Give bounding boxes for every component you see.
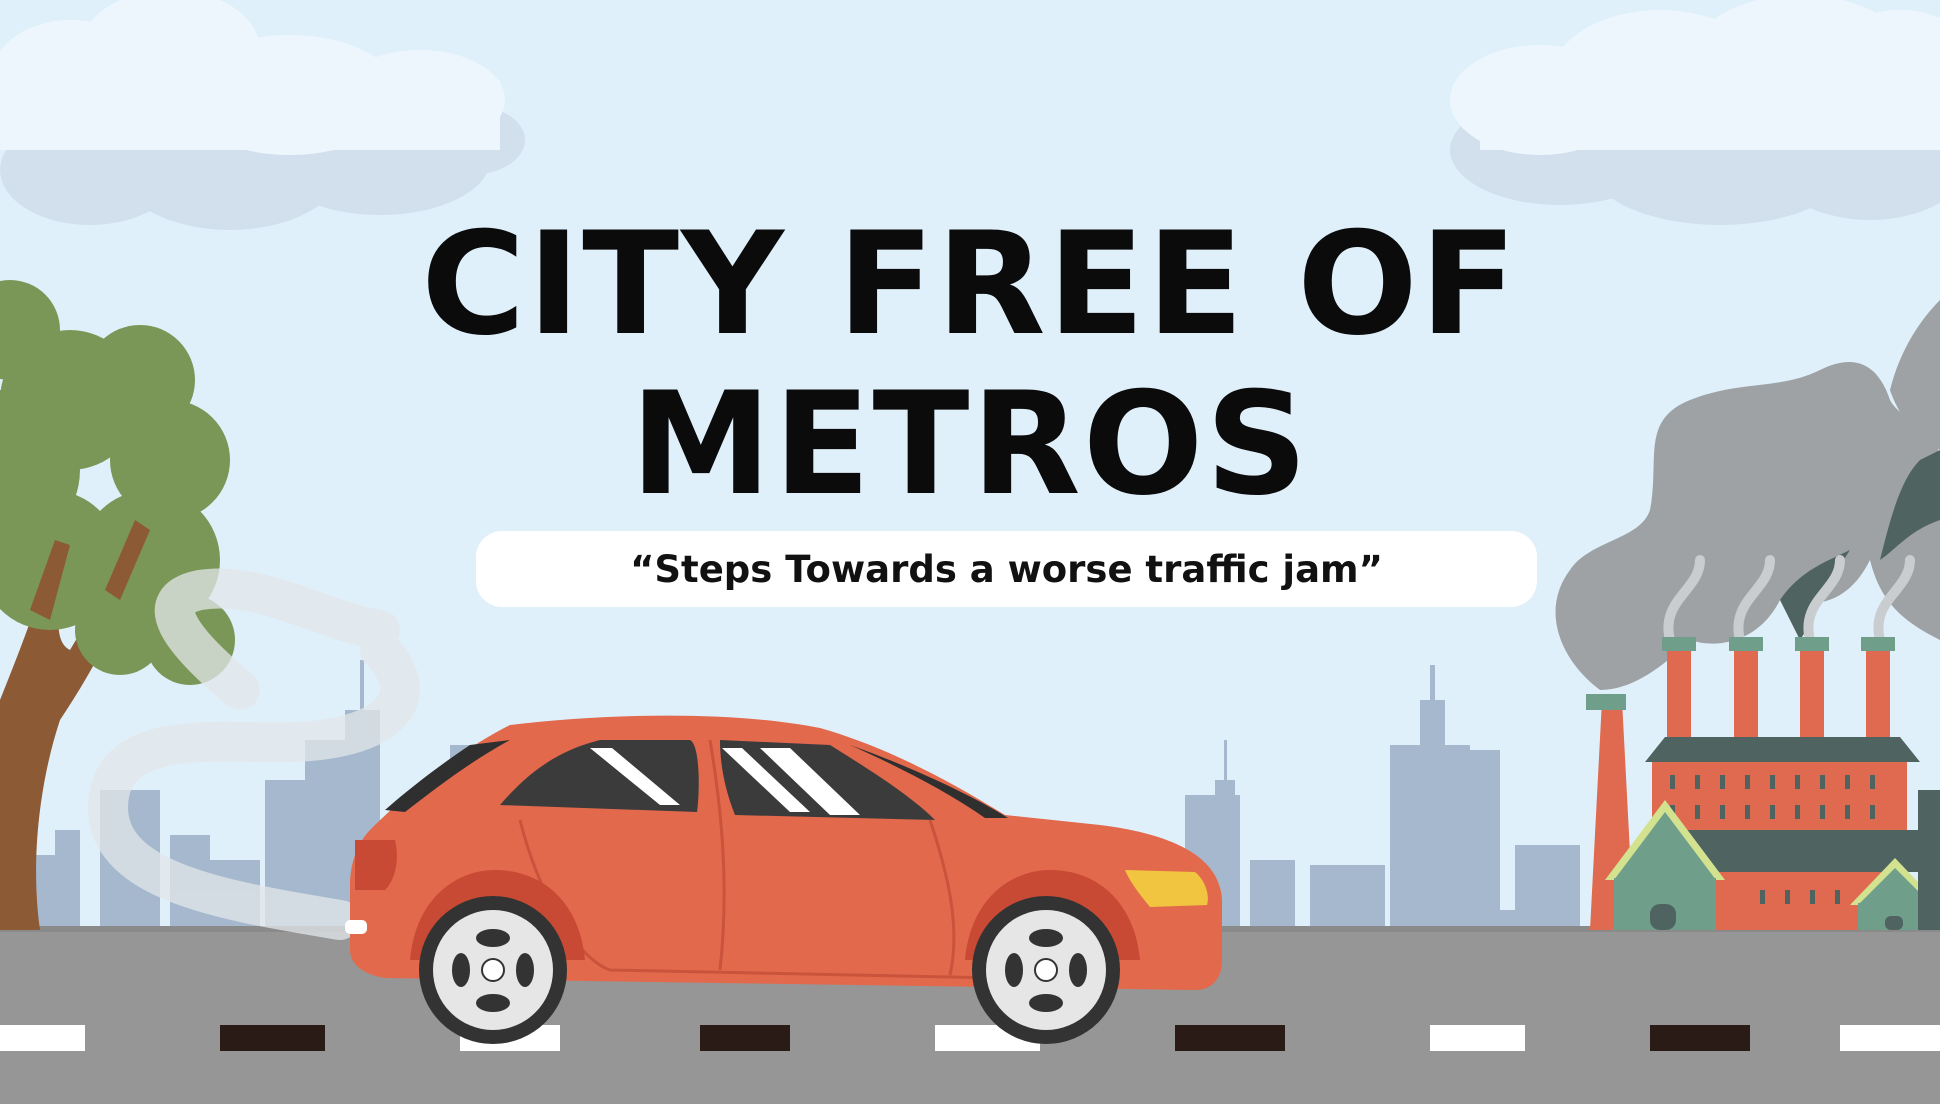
subtitle-banner: “Steps Towards a worse traffic jam” [476,531,1537,607]
factory-icon [1586,637,1940,930]
page-title: CITY FREE OF METROS [0,205,1940,525]
cloud-right-icon [1450,0,1940,225]
title-line-1: CITY FREE OF [421,202,1519,367]
cloud-left-icon [0,0,525,230]
subtitle-text: “Steps Towards a worse traffic jam” [630,547,1383,591]
title-line-2: METROS [630,362,1310,527]
slide: CITY FREE OF METROS “Steps Towards a wor… [0,0,1940,1104]
